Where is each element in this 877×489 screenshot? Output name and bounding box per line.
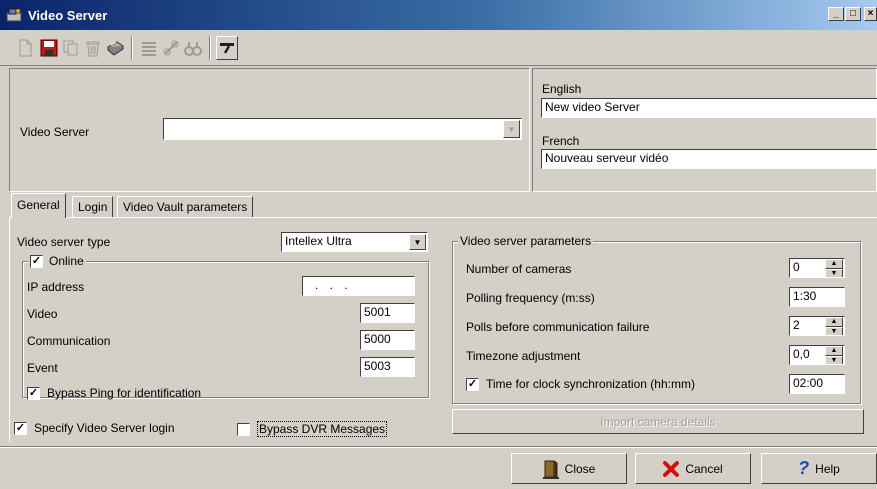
video-server-app-icon	[6, 7, 22, 23]
polling-frequency-input[interactable]: 1:30	[789, 287, 845, 307]
save-icon[interactable]	[38, 36, 60, 60]
timezone-adjustment-label: Timezone adjustment	[466, 349, 581, 363]
footer-separator	[0, 446, 877, 448]
tab-general[interactable]: General	[11, 193, 66, 218]
video-server-label: Video Server	[20, 125, 90, 139]
bypass-ping-checkbox[interactable]: ✓	[27, 386, 40, 400]
specify-login-row[interactable]: ✓ Specify Video Server login	[14, 421, 175, 435]
spin-up-icon[interactable]: ▲	[825, 346, 843, 356]
import-camera-details-button[interactable]: Import camera details	[452, 409, 864, 434]
specify-login-checkbox[interactable]: ✓	[14, 421, 27, 435]
import-camera-details-label: Import camera details	[600, 414, 716, 429]
general-tab-panel: Video server type Intellex Ultra ▼ ✓ Onl…	[9, 217, 877, 442]
english-label: English	[542, 82, 582, 96]
ip-address-label: IP address	[27, 280, 85, 294]
spin-down-icon[interactable]: ▼	[825, 327, 843, 335]
timezone-adjustment-value: 0,0	[793, 347, 810, 361]
english-name-input[interactable]: New video Server	[541, 98, 877, 118]
spin-up-icon[interactable]: ▲	[825, 317, 843, 327]
ip-address-input[interactable]: . . .	[302, 276, 415, 296]
minimize-button[interactable]: _	[828, 7, 844, 21]
bypass-ping-label: Bypass Ping for identification	[47, 386, 202, 400]
spin-down-icon[interactable]: ▼	[825, 269, 843, 277]
cancel-button-label: Cancel	[685, 461, 723, 476]
video-server-parameters-title: Video server parameters	[458, 234, 594, 248]
tab-login-label: Login	[78, 200, 108, 214]
title-bar[interactable]: Video Server _ □ ×	[0, 0, 877, 30]
number-of-cameras-input[interactable]: 0 ▲ ▼	[789, 258, 845, 278]
cancel-button[interactable]: Cancel	[635, 453, 751, 484]
x-cancel-icon	[663, 460, 680, 477]
bypass-dvr-label: Bypass DVR Messages	[257, 421, 388, 437]
clock-sync-label: Time for clock synchronization (hh:mm)	[486, 377, 695, 391]
online-group-title: ✓ Online	[28, 254, 86, 268]
polls-before-failure-label: Polls before communication failure	[466, 320, 650, 334]
window-title: Video Server	[28, 8, 108, 23]
video-server-type-label: Video server type	[17, 235, 111, 249]
bypass-dvr-row[interactable]: Bypass DVR Messages	[237, 421, 388, 437]
online-label: Online	[49, 254, 84, 268]
chevron-down-icon[interactable]: ▼	[409, 234, 426, 250]
toolbar-separator	[209, 36, 211, 60]
filter-icon[interactable]	[216, 36, 238, 60]
number-of-cameras-label: Number of cameras	[466, 262, 572, 276]
polls-before-failure-spinner[interactable]: ▲ ▼	[825, 317, 843, 335]
question-mark-icon: ?	[798, 458, 810, 478]
copy-icon[interactable]	[60, 36, 82, 60]
close-button[interactable]: Close	[511, 453, 627, 484]
tab-video-vault-label: Video Vault parameters	[123, 200, 248, 214]
bypass-ping-row[interactable]: ✓ Bypass Ping for identification	[27, 386, 201, 400]
tab-general-label: General	[17, 198, 60, 212]
event-port-label: Event	[27, 361, 58, 375]
communication-port-input[interactable]: 5000	[360, 330, 415, 350]
timezone-adjustment-input[interactable]: 0,0 ▲ ▼	[789, 345, 845, 365]
tab-video-vault-parameters[interactable]: Video Vault parameters	[117, 196, 254, 217]
delete-icon[interactable]	[82, 36, 104, 60]
close-window-button[interactable]: ×	[864, 7, 877, 21]
online-checkbox[interactable]: ✓	[30, 254, 43, 268]
maximize-button[interactable]: □	[845, 7, 861, 21]
new-icon[interactable]	[14, 36, 36, 60]
link-icon[interactable]	[160, 36, 182, 60]
clock-sync-checkbox[interactable]: ✓	[466, 377, 479, 391]
polls-before-failure-value: 2	[793, 318, 800, 332]
language-names-panel: English New video Server French Nouveau …	[532, 68, 877, 192]
video-port-label: Video	[27, 307, 58, 321]
tab-login[interactable]: Login	[72, 196, 114, 217]
print-icon[interactable]	[104, 36, 126, 60]
number-of-cameras-value: 0	[793, 260, 800, 274]
number-of-cameras-spinner[interactable]: ▲ ▼	[825, 259, 843, 277]
list-icon[interactable]	[138, 36, 160, 60]
spin-up-icon[interactable]: ▲	[825, 259, 843, 269]
video-port-input[interactable]: 5001	[360, 303, 415, 323]
find-icon[interactable]	[182, 36, 204, 60]
video-server-type-value: Intellex Ultra	[285, 234, 352, 248]
video-server-type-select[interactable]: Intellex Ultra ▼	[281, 232, 428, 252]
help-button-label: Help	[815, 461, 840, 476]
help-button[interactable]: ? Help	[761, 453, 877, 484]
chevron-down-icon[interactable]: ▼	[503, 120, 520, 138]
polling-frequency-label: Polling frequency (m:ss)	[466, 291, 595, 305]
video-server-name-panel: Video Server ▼	[9, 68, 530, 192]
event-port-input[interactable]: 5003	[360, 357, 415, 377]
polls-before-failure-input[interactable]: 2 ▲ ▼	[789, 316, 845, 336]
bypass-dvr-checkbox[interactable]	[237, 422, 250, 436]
door-icon	[542, 460, 559, 479]
communication-port-label: Communication	[27, 334, 111, 348]
french-name-input[interactable]: Nouveau serveur vidéo	[541, 149, 877, 169]
toolbar	[0, 30, 877, 66]
clock-sync-row[interactable]: ✓ Time for clock synchronization (hh:mm)	[466, 377, 695, 391]
spin-down-icon[interactable]: ▼	[825, 356, 843, 364]
timezone-adjustment-spinner[interactable]: ▲ ▼	[825, 346, 843, 364]
specify-login-label: Specify Video Server login	[34, 421, 175, 435]
video-server-combo[interactable]: ▼	[163, 118, 522, 140]
toolbar-separator	[131, 36, 133, 60]
clock-sync-time-input[interactable]: 02:00	[789, 374, 845, 394]
close-button-label: Close	[564, 461, 596, 476]
french-label: French	[542, 134, 580, 148]
